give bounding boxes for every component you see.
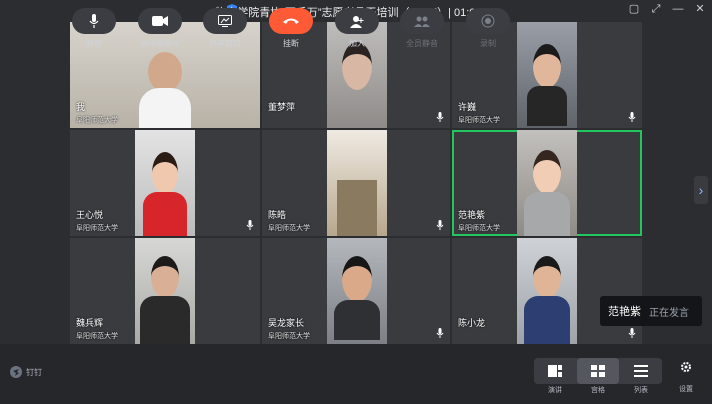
- view-gallery-button[interactable]: [577, 358, 619, 384]
- view-speaker-button[interactable]: [534, 358, 576, 384]
- speaking-indicator: 范艳紫 正在发言: [600, 296, 702, 326]
- participant-tile[interactable]: 陈皓 阜阳师范大学: [262, 130, 450, 236]
- participant-video: [135, 130, 195, 236]
- view-list-button[interactable]: [620, 358, 662, 384]
- gallery-view-icon: [591, 365, 605, 377]
- camera-off-label: 关闭摄像头: [140, 39, 180, 48]
- participant-tile[interactable]: 陈小龙: [452, 238, 642, 344]
- participant-name: 范艳紫: [458, 210, 486, 220]
- hangup-label: 挂断: [283, 39, 299, 48]
- app-logo-text: 钉钉: [26, 367, 42, 377]
- dingtalk-logo-icon: [10, 366, 22, 378]
- snapshot-icon[interactable]: ▢: [628, 3, 640, 15]
- participant-tile[interactable]: 吴龙家长 阜阳师范大学: [262, 238, 450, 344]
- participant-name: 董梦萍: [268, 102, 296, 112]
- participant-org: 阜阳师范大学: [76, 333, 118, 340]
- mute-all-label: 全员静音: [406, 39, 438, 48]
- app-logo: 钉钉: [10, 366, 42, 378]
- next-page-arrow-icon[interactable]: ›: [694, 176, 708, 204]
- participant-org: 阜阳师范大学: [76, 225, 118, 232]
- participant-name: 我: [76, 102, 86, 112]
- participant-org: 阜阳师范大学: [76, 117, 118, 124]
- fullscreen-icon[interactable]: ⤢: [650, 3, 662, 15]
- participant-name: 王心悦: [76, 210, 104, 220]
- close-icon[interactable]: ✕: [694, 3, 706, 15]
- participant-org: 阜阳师范大学: [268, 225, 310, 232]
- mute-all-icon: [414, 16, 430, 27]
- mic-muted-icon: [246, 220, 254, 230]
- mute-all-button[interactable]: 全员静音: [398, 8, 446, 49]
- hangup-button[interactable]: 挂断: [267, 8, 315, 49]
- mute-label: 静音: [86, 39, 102, 48]
- add-person-icon: [350, 15, 364, 28]
- participant-video: [327, 130, 387, 236]
- speaker-view-icon: [548, 365, 562, 377]
- record-icon: [481, 14, 495, 28]
- list-view-icon: [634, 365, 648, 377]
- participant-name: 陈皓: [268, 210, 287, 220]
- participant-video: [135, 238, 195, 344]
- add-participant-button[interactable]: 加入: [333, 8, 381, 49]
- record-label: 录制: [480, 39, 496, 48]
- view-gallery-label: 宫格: [591, 387, 605, 394]
- mic-muted-icon: [436, 328, 444, 338]
- participant-tile-active-speaker[interactable]: 范艳紫 阜阳师范大学: [452, 130, 642, 236]
- mic-muted-icon: [628, 328, 636, 338]
- camera-off-button[interactable]: 关闭摄像头: [136, 8, 184, 49]
- mic-muted-icon: [436, 220, 444, 230]
- hangup-phone-icon: [283, 18, 299, 24]
- speaker-name: 范艳紫: [608, 306, 641, 318]
- gear-icon: [681, 362, 691, 372]
- speaking-status: 正在发言: [649, 307, 689, 319]
- participant-org: 阜阳师范大学: [458, 117, 500, 124]
- mute-button[interactable]: 静音: [70, 8, 118, 49]
- participant-name: 魏兵辉: [76, 318, 104, 328]
- participant-tile[interactable]: 王心悦 阜阳师范大学: [70, 130, 260, 236]
- minimize-icon[interactable]: —: [672, 3, 684, 15]
- mic-muted-icon: [628, 112, 636, 122]
- participant-video: [517, 22, 577, 128]
- add-participant-label: 加入: [349, 39, 365, 48]
- view-mode-switcher: [534, 358, 662, 384]
- share-window-label: 共享窗口: [209, 39, 241, 48]
- participant-name: 吴龙家长: [268, 318, 305, 328]
- record-button[interactable]: 录制: [464, 8, 512, 49]
- settings-label: 设置: [679, 386, 693, 393]
- settings-button[interactable]: 设置: [672, 360, 700, 394]
- view-list-label: 列表: [634, 387, 648, 394]
- share-window-button[interactable]: 共享窗口: [201, 8, 249, 49]
- participant-video: [517, 130, 577, 236]
- participant-video: [327, 238, 387, 344]
- mic-muted-icon: [436, 112, 444, 122]
- participant-name: 许巍: [458, 102, 477, 112]
- participant-video: [517, 238, 577, 344]
- camera-icon: [152, 16, 168, 26]
- participant-name: 陈小龙: [458, 318, 486, 328]
- participant-org: 阜阳师范大学: [268, 333, 310, 340]
- view-speaker-label: 演讲: [548, 387, 562, 394]
- share-screen-icon: [218, 15, 232, 27]
- participant-tile[interactable]: 魏兵辉 阜阳师范大学: [70, 238, 260, 344]
- microphone-icon: [89, 14, 99, 28]
- participant-org: 阜阳师范大学: [458, 225, 500, 232]
